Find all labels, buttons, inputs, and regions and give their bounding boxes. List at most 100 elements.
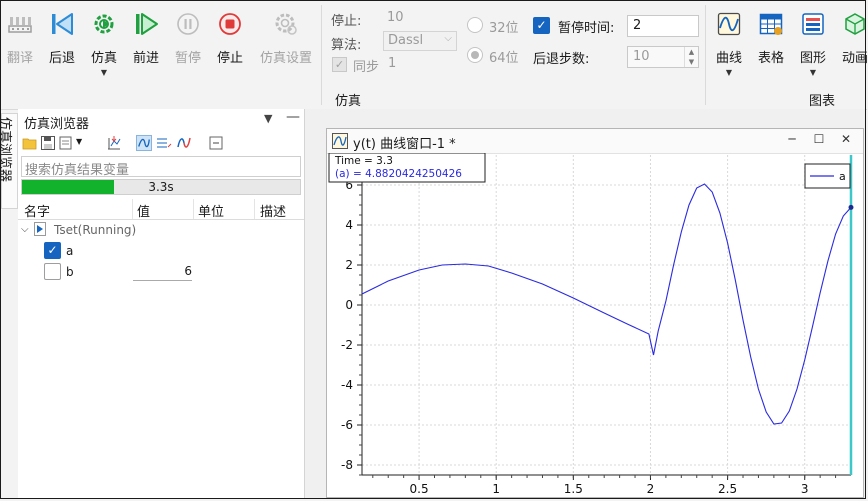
table-icon — [759, 13, 783, 35]
search-variables-input[interactable]: 搜索仿真结果变量 — [21, 156, 301, 178]
algorithm-select[interactable]: Dassl ⌵ — [383, 31, 457, 51]
curve-button[interactable]: 曲线 ▼ — [706, 11, 752, 77]
collapse-all-icon[interactable] — [208, 135, 224, 151]
graphics-label: 图形 — [799, 51, 826, 66]
stop-time-label: 停止: — [331, 14, 362, 29]
x-tick-label: 1 — [492, 482, 500, 496]
variable-a-name: a — [66, 244, 74, 258]
chevron-down-icon: ⌵ — [444, 33, 452, 44]
back-steps-input[interactable]: 10 ▲ ▼ — [627, 46, 699, 68]
curve-chart-icon — [717, 12, 741, 36]
sim-progress-text: 3.3s — [148, 180, 174, 194]
sync-label: 同步 — [353, 60, 380, 75]
variables-table-header: 名字 值 单位 描述 — [18, 199, 304, 220]
pause-time-input[interactable]: 2 — [627, 15, 699, 37]
group-simulation-label: 仿真 — [335, 94, 362, 109]
radio-32bit[interactable] — [467, 17, 483, 33]
forward-button[interactable]: 前进 — [123, 11, 169, 66]
plot-download-icon[interactable] — [106, 135, 122, 151]
col-value-header[interactable]: 值 — [137, 201, 150, 220]
translate-button[interactable]: 翻译 — [0, 11, 43, 66]
plot-background — [362, 155, 851, 475]
back-label: 后退 — [48, 51, 75, 66]
group-chart-label: 图表 — [809, 94, 836, 109]
algorithm-label: 算法: — [331, 38, 362, 53]
col-name-header[interactable]: 名字 — [24, 201, 50, 220]
radio-32bit-label: 32位 — [489, 21, 519, 36]
sim-settings-label: 仿真设置 — [259, 51, 312, 66]
save-icon[interactable] — [40, 135, 56, 151]
plot-legend[interactable]: a — [804, 163, 851, 189]
export-icon[interactable] — [58, 135, 74, 151]
variable-b-checkbox[interactable] — [44, 263, 61, 280]
panel-minimize-icon[interactable]: — — [286, 109, 300, 125]
sim-browser-title: 仿真浏览器 — [24, 117, 90, 132]
column-divider — [132, 199, 133, 219]
pause-button[interactable]: 暂停 — [165, 11, 211, 66]
expand-chevron-icon[interactable]: ⌵ — [21, 224, 29, 235]
tree-root-label: Tset(Running) — [54, 223, 137, 237]
back-button[interactable]: 后退 — [39, 11, 85, 66]
open-folder-icon[interactable] — [22, 135, 38, 151]
stop-button[interactable]: 停止 — [207, 11, 253, 66]
animation-button[interactable]: 动画 — [832, 11, 868, 66]
step-forward-icon — [136, 13, 158, 35]
sim-progress-bar: 3.3s — [21, 179, 301, 195]
window-close-icon[interactable]: ✕ — [837, 132, 855, 146]
variable-b-name: b — [66, 265, 74, 279]
panel-menu-chevron-icon[interactable]: ▼ — [264, 112, 272, 125]
translate-icon — [8, 17, 32, 33]
back-steps-spinner[interactable]: ▲ ▼ — [684, 47, 698, 67]
chevron-down-icon: ▼ — [809, 68, 817, 77]
tooltip-value: (a) = 4.8820424250426 — [335, 168, 462, 180]
variable-b-value-field[interactable]: 6 — [133, 263, 192, 281]
curve-label: 曲线 — [715, 51, 742, 66]
multi-curve-icon[interactable] — [176, 135, 192, 151]
back-steps-value: 10 — [633, 49, 650, 64]
pause-time-label: 暂停时间: — [558, 21, 615, 36]
curve-mode-icon[interactable] — [136, 135, 152, 151]
y-tick-label: -8 — [341, 458, 353, 472]
pause-time-checkbox[interactable]: ✓ — [533, 17, 550, 34]
window-maximize-icon[interactable]: ☐ — [810, 132, 828, 146]
variable-a-checkbox[interactable]: ✓ — [44, 242, 61, 259]
settings-gear-icon — [275, 13, 297, 35]
ribbon-toolbar: 翻译 后退 仿真 ▼ 前进 暂停 停止 仿真设置 停止: 10 算法: Dass… — [0, 1, 868, 110]
stop-label: 停止 — [216, 51, 243, 66]
sim-settings-button[interactable]: 仿真设置 — [255, 11, 317, 66]
translate-label: 翻译 — [6, 51, 33, 66]
simulate-button[interactable]: 仿真 ▼ — [81, 11, 127, 77]
table-label: 表格 — [757, 51, 784, 66]
pause-icon — [177, 13, 199, 35]
stop-time-value: 10 — [387, 10, 404, 25]
window-minimize-icon[interactable]: ─ — [783, 132, 801, 146]
plot-window-title: y(t) 曲线窗口-1 * — [353, 137, 456, 152]
x-tick-label: 2.5 — [718, 482, 737, 496]
graphics-button[interactable]: 图形 ▼ — [790, 11, 836, 77]
plot-area[interactable]: 0.5 1 1.5 2 2.5 3 6420-2-4-6-8 Time = 3.3 (a)… — [327, 153, 863, 497]
animation-cube-icon — [845, 13, 865, 35]
radio-64bit-label: 64位 — [489, 51, 519, 66]
sync-checkbox[interactable]: ✓ — [332, 57, 347, 72]
forward-label: 前进 — [132, 51, 159, 66]
chevron-down-icon[interactable]: ▼ — [76, 137, 82, 146]
table-button[interactable]: 表格 — [748, 11, 794, 66]
pause-label: 暂停 — [174, 51, 201, 66]
radio-64bit[interactable] — [467, 47, 483, 63]
list-curve-icon[interactable] — [156, 135, 172, 151]
step-back-icon — [52, 13, 73, 35]
graphics-icon — [802, 13, 824, 35]
y-tick-label: 4 — [345, 218, 353, 232]
col-unit-header[interactable]: 单位 — [198, 201, 224, 220]
plot-window-titlebar[interactable]: y(t) 曲线窗口-1 * ─ ☐ ✕ — [327, 129, 863, 154]
column-divider — [254, 199, 255, 219]
algorithm-value: Dassl — [388, 33, 424, 48]
sim-browser-panel: 仿真浏览器 ▼ — ▼ 搜索仿真结果变量 3.3s 名字 值 单位 描述 ⌵ T… — [18, 109, 305, 499]
col-desc-header[interactable]: 描述 — [260, 201, 286, 220]
y-tick-label: -6 — [341, 418, 353, 432]
y-tick-label: -2 — [341, 338, 353, 352]
variable-b-value: 6 — [184, 264, 192, 278]
y-tick-label: -4 — [341, 378, 353, 392]
plot-window[interactable]: y(t) 曲线窗口-1 * ─ ☐ ✕ 0.5 1 1.5 2 2.5 3 6 4 2 0 -2-… — [326, 128, 864, 498]
chevron-down-icon: ▼ — [100, 68, 108, 77]
